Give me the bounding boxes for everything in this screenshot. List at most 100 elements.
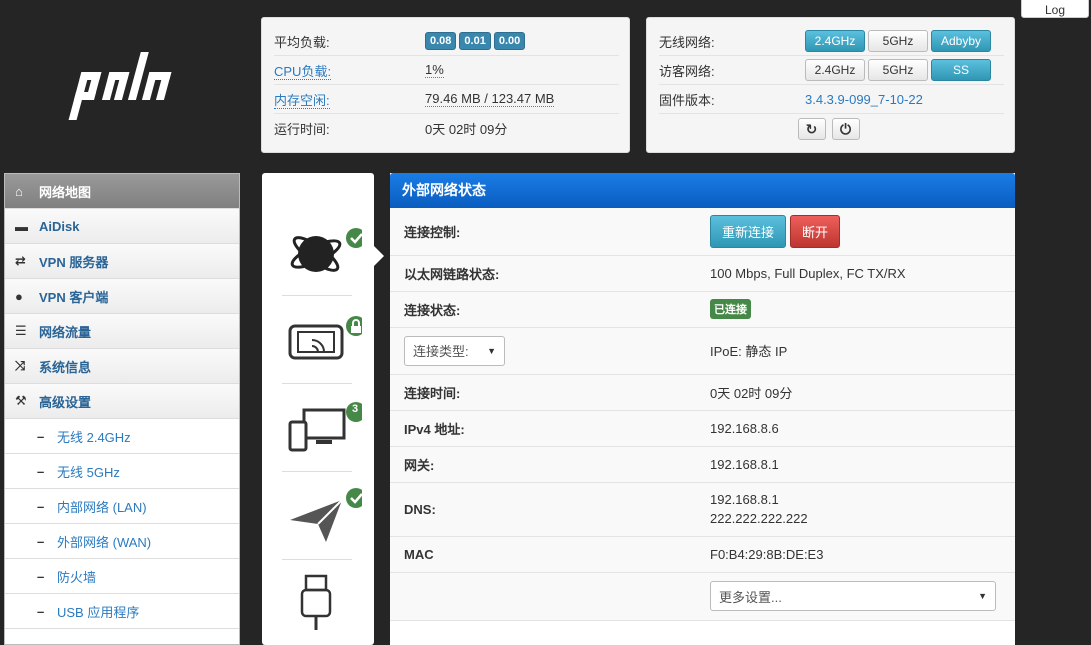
hdd-icon: ▬ bbox=[15, 218, 28, 234]
ethernet-link-value: 100 Mbps, Full Duplex, FC TX/RX bbox=[696, 255, 1015, 292]
connection-type-select[interactable]: 连接类型: ▼ bbox=[404, 335, 505, 366]
sub-item-label: 无线 2.4GHz bbox=[57, 429, 131, 445]
clients-node[interactable]: 3 bbox=[282, 384, 366, 472]
connection-type-value: IPoE: 静态 IP bbox=[696, 327, 1015, 375]
sub-item-firewall[interactable]: – 防火墙 bbox=[5, 559, 239, 594]
usb-node[interactable] bbox=[282, 560, 352, 645]
dash-icon: – bbox=[37, 463, 45, 479]
list-icon: ☰ bbox=[15, 323, 27, 338]
sidebar-item-aidisk[interactable]: ▬ AiDisk bbox=[5, 209, 239, 244]
reconnect-button[interactable]: 重新连接 bbox=[710, 214, 787, 248]
wan-status-title: 外部网络状态 bbox=[390, 173, 1015, 208]
clients-count-badge: 3 bbox=[352, 403, 359, 415]
ss-button[interactable]: SS bbox=[931, 59, 991, 81]
globe-icon: ● bbox=[15, 288, 23, 304]
wifi-label: 无线网络: bbox=[659, 34, 715, 50]
table-row: DNS: 192.168.8.1 222.222.222.222 bbox=[390, 482, 1015, 537]
firmware-label: 固件版本: bbox=[659, 92, 715, 108]
sidebar-item-label: 网络流量 bbox=[39, 324, 92, 340]
sidebar-item-advanced[interactable]: ⚒ 高级设置 bbox=[5, 384, 239, 419]
gateway-value: 192.168.8.1 bbox=[696, 446, 1015, 483]
sub-item-usb-apps[interactable]: – USB 应用程序 bbox=[5, 594, 239, 629]
gateway-label: 网关: bbox=[390, 446, 696, 483]
wireless-node[interactable] bbox=[282, 296, 366, 384]
sidebar-item-label: 网络地图 bbox=[39, 184, 92, 200]
paper-plane-icon bbox=[290, 488, 366, 542]
table-row: 连接状态: 已连接 bbox=[390, 291, 1015, 328]
retweet-icon: ⇄ bbox=[15, 253, 26, 268]
cpu-load-value: 1% bbox=[425, 62, 444, 78]
sidebar-item-vpn-client[interactable]: ● VPN 客户端 bbox=[5, 279, 239, 314]
home-icon: ⌂ bbox=[15, 183, 23, 199]
mac-label: MAC bbox=[390, 536, 696, 573]
table-row: 更多设置... ▼ bbox=[390, 572, 1015, 621]
padavan-logo bbox=[68, 52, 172, 120]
sidebar-item-vpn-server[interactable]: ⇄ VPN 服务器 bbox=[5, 244, 239, 279]
ipv4-value: 192.168.8.6 bbox=[696, 410, 1015, 447]
connection-time-value: 0天 02时 09分 bbox=[696, 374, 1015, 411]
sub-item-label: USB 应用程序 bbox=[57, 604, 140, 620]
sub-item-wifi-5[interactable]: – 无线 5GHz bbox=[5, 454, 239, 489]
load-5min-badge: 0.01 bbox=[459, 32, 491, 50]
connection-control-label: 连接控制: bbox=[390, 208, 696, 256]
wan-status-panel: 外部网络状态 连接控制: 重新连接 断开 以太网链路状态: 100 Mbps, F… bbox=[390, 173, 1015, 645]
wrench-icon: ⚒ bbox=[15, 393, 27, 408]
dns-label: DNS: bbox=[390, 482, 696, 537]
sidebar-item-network-map[interactable]: ⌂ 网络地图 bbox=[5, 174, 239, 209]
caret-down-icon: ▼ bbox=[487, 345, 496, 356]
table-row: 连接类型: ▼ IPoE: 静态 IP bbox=[390, 327, 1015, 375]
log-button[interactable]: Log bbox=[1021, 0, 1089, 18]
system-status-panel: 平均负载: 0.08 0.01 0.00 CPU负载: 1% 内存空闲: 79.46… bbox=[261, 17, 630, 153]
sidebar-item-label: 系统信息 bbox=[39, 359, 92, 375]
table-row: IPv4 地址: 192.168.8.6 bbox=[390, 410, 1015, 447]
status-badge: 已连接 bbox=[710, 299, 751, 319]
cpu-load-link[interactable]: CPU负载: bbox=[274, 63, 332, 80]
dash-icon: – bbox=[37, 428, 45, 444]
caret-down-icon: ▼ bbox=[978, 591, 987, 601]
random-icon: ⤨ bbox=[15, 358, 26, 373]
wifi-5ghz-button[interactable]: 5GHz bbox=[868, 30, 928, 52]
firmware-version-link[interactable]: 3.4.3.9-099_7-10-22 bbox=[805, 92, 923, 107]
sidebar-item-label: VPN 服务器 bbox=[39, 254, 109, 270]
connection-time-label: 连接时间: bbox=[390, 374, 696, 411]
internet-node[interactable] bbox=[282, 208, 366, 296]
sidebar-item-label: VPN 客户端 bbox=[39, 289, 109, 305]
sidebar-item-traffic[interactable]: ☰ 网络流量 bbox=[5, 314, 239, 349]
network-map-icons: 3 bbox=[262, 173, 374, 645]
load-label: 平均负载: bbox=[274, 34, 330, 50]
sidebar-item-system-info[interactable]: ⤨ 系统信息 bbox=[5, 349, 239, 384]
guest-5ghz-button[interactable]: 5GHz bbox=[868, 59, 928, 81]
mac-value: F0:B4:29:8B:DE:E3 bbox=[696, 536, 1015, 573]
adbyby-button[interactable]: Adbyby bbox=[931, 30, 991, 52]
devices-icon bbox=[288, 402, 366, 452]
table-row: MAC F0:B4:29:8B:DE:E3 bbox=[390, 536, 1015, 573]
more-settings-select[interactable]: 更多设置... ▼ bbox=[710, 581, 996, 611]
refresh-icon[interactable]: ↻ bbox=[797, 118, 826, 140]
dash-icon: – bbox=[37, 603, 45, 619]
uptime-value: 0天 02时 09分 bbox=[425, 122, 508, 137]
sub-item-label: 防火墙 bbox=[57, 569, 97, 585]
sub-item-lan[interactable]: – 内部网络 (LAN) bbox=[5, 489, 239, 524]
sub-item-label: 内部网络 (LAN) bbox=[57, 499, 147, 515]
load-1min-badge: 0.08 bbox=[425, 32, 457, 50]
ipv4-label: IPv4 地址: bbox=[390, 410, 696, 447]
guest-24ghz-button[interactable]: 2.4GHz bbox=[805, 59, 865, 81]
tablet-wifi-icon bbox=[288, 316, 366, 360]
guest-label: 访客网络: bbox=[659, 63, 715, 79]
dash-icon: – bbox=[37, 568, 45, 584]
power-icon[interactable]: ⏻ bbox=[831, 118, 860, 140]
load-15min-badge: 0.00 bbox=[493, 32, 526, 50]
active-node-caret bbox=[374, 246, 384, 266]
wifi-24ghz-button[interactable]: 2.4GHz bbox=[805, 30, 865, 52]
select-label: 更多设置... bbox=[719, 589, 782, 605]
memory-free-link[interactable]: 内存空闲: bbox=[274, 92, 330, 109]
wan-status-table: 连接控制: 重新连接 断开 以太网链路状态: 100 Mbps, Full Dup… bbox=[390, 208, 1015, 621]
sub-item-wifi-24[interactable]: – 无线 2.4GHz bbox=[5, 419, 239, 454]
memory-free-value: 79.46 MB / 123.47 MB bbox=[425, 91, 555, 107]
sub-item-wan[interactable]: – 外部网络 (WAN) bbox=[5, 524, 239, 559]
ethernet-link-label: 以太网链路状态: bbox=[390, 255, 696, 292]
disconnect-button[interactable]: 断开 bbox=[790, 214, 841, 248]
dash-icon: – bbox=[37, 498, 45, 514]
vpn-node[interactable] bbox=[282, 472, 366, 560]
dash-icon: – bbox=[37, 533, 45, 549]
